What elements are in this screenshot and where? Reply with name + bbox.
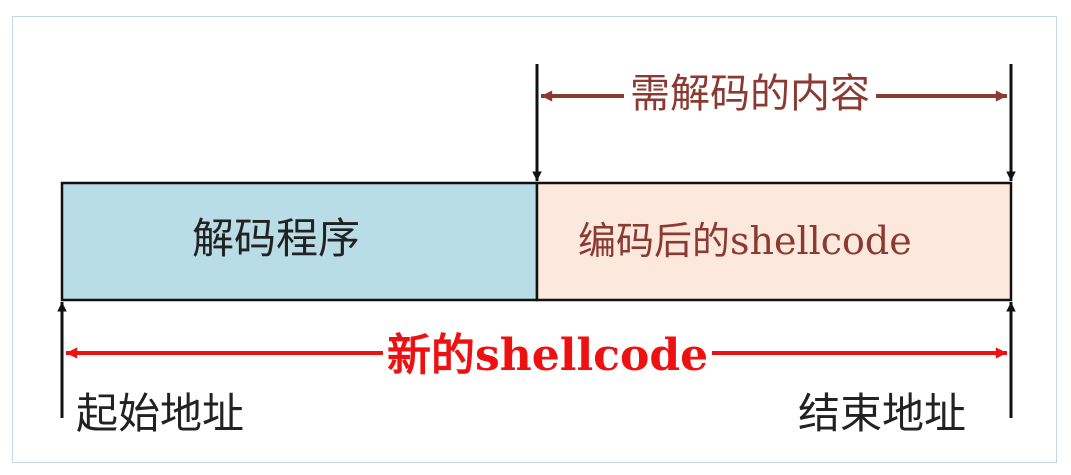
diagram-canvas: 解码程序 编码后的shellcode 需解码的内容 新的shellcode 起始… xyxy=(0,0,1071,475)
decoder-label: 解码程序 xyxy=(192,214,361,263)
new-shellcode-label: 新的shellcode xyxy=(383,334,713,378)
encoded-shellcode-label: 编码后的shellcode xyxy=(578,219,912,263)
end-address-label: 结束地址 xyxy=(798,389,967,438)
start-address-label: 起始地址 xyxy=(76,389,245,438)
decode-span-label: 需解码的内容 xyxy=(624,74,876,114)
